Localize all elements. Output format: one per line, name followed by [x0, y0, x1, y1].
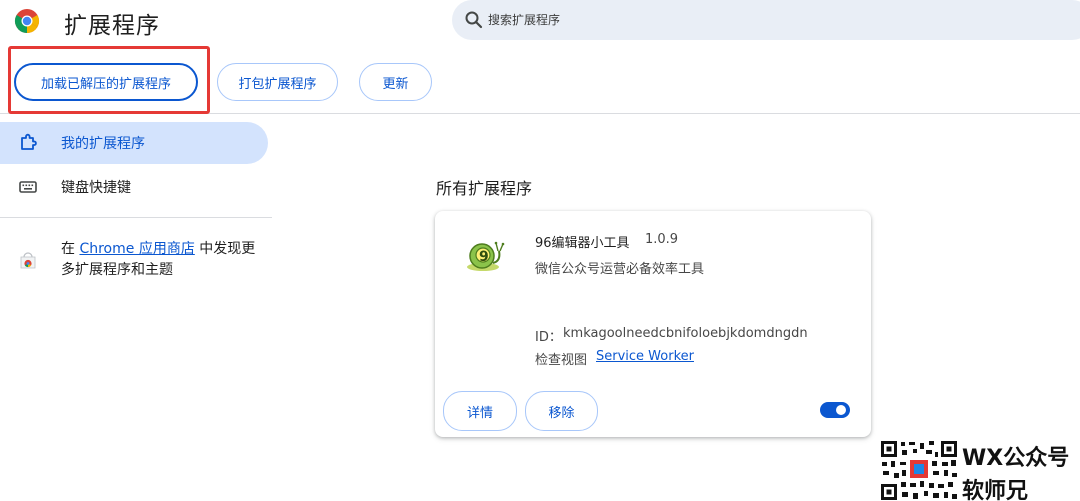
qr-code-icon: [880, 440, 958, 501]
section-title: 所有扩展程序: [436, 179, 533, 198]
extension-card: 9 96编辑器小工具 1.0.9 微信公众号运营必备效率工具 ID： kmkag…: [435, 211, 871, 437]
web-store-promo: 在 Chrome 应用商店 中发现更多扩展程序和主题: [0, 239, 272, 289]
extension-id-label: ID：: [535, 330, 562, 345]
details-button[interactable]: 详情: [443, 391, 517, 431]
extension-puzzle-icon: [21, 133, 37, 150]
chrome-web-store-link[interactable]: Chrome 应用商店: [79, 241, 194, 257]
chrome-logo-icon: [14, 9, 40, 33]
web-store-icon: [20, 252, 36, 269]
extension-enable-toggle[interactable]: [820, 402, 850, 418]
sidebar-item-keyboard-shortcuts[interactable]: 键盘快捷键: [0, 166, 268, 208]
watermark-line2: 软师兄: [962, 479, 1029, 501]
update-button[interactable]: 更新: [359, 63, 432, 101]
sidebar-item-label: 键盘快捷键: [61, 180, 131, 196]
sidebar-item-label: 我的扩展程序: [61, 136, 145, 152]
watermark-line1: WX公众号: [962, 446, 1070, 471]
extension-id: kmkagoolneedcbnifoloebjkdomdngdn: [563, 326, 808, 341]
sidebar: 我的扩展程序 键盘快捷键 在 Chrome 应用商店 中发现更多扩展程序和主题: [0, 115, 272, 501]
search-box[interactable]: [452, 0, 1080, 40]
keyboard-icon: [19, 181, 37, 193]
toggle-knob: [836, 405, 846, 415]
watermark: WX公众号 软师兄: [880, 440, 1080, 501]
sidebar-divider: [0, 217, 272, 218]
search-icon: [465, 11, 483, 29]
red-highlight-box: [8, 46, 210, 114]
remove-button[interactable]: 移除: [525, 391, 598, 431]
pack-extension-button[interactable]: 打包扩展程序: [217, 63, 338, 101]
top-bar: 扩展程序: [0, 0, 1080, 44]
extension-description: 微信公众号运营必备效率工具: [535, 262, 705, 277]
svg-text:9: 9: [479, 249, 489, 265]
service-worker-link[interactable]: Service Worker: [596, 349, 694, 364]
store-prefix: 在: [61, 241, 80, 257]
web-store-text: 在 Chrome 应用商店 中发现更多扩展程序和主题: [61, 239, 261, 281]
extension-name: 96编辑器小工具: [535, 236, 630, 251]
search-input[interactable]: [488, 0, 1048, 40]
snail-extension-icon: 9: [467, 241, 505, 271]
sidebar-item-my-extensions[interactable]: 我的扩展程序: [0, 122, 268, 164]
page-title: 扩展程序: [64, 13, 160, 39]
inspect-views-label: 检查视图: [535, 353, 588, 368]
extension-version: 1.0.9: [645, 232, 679, 247]
